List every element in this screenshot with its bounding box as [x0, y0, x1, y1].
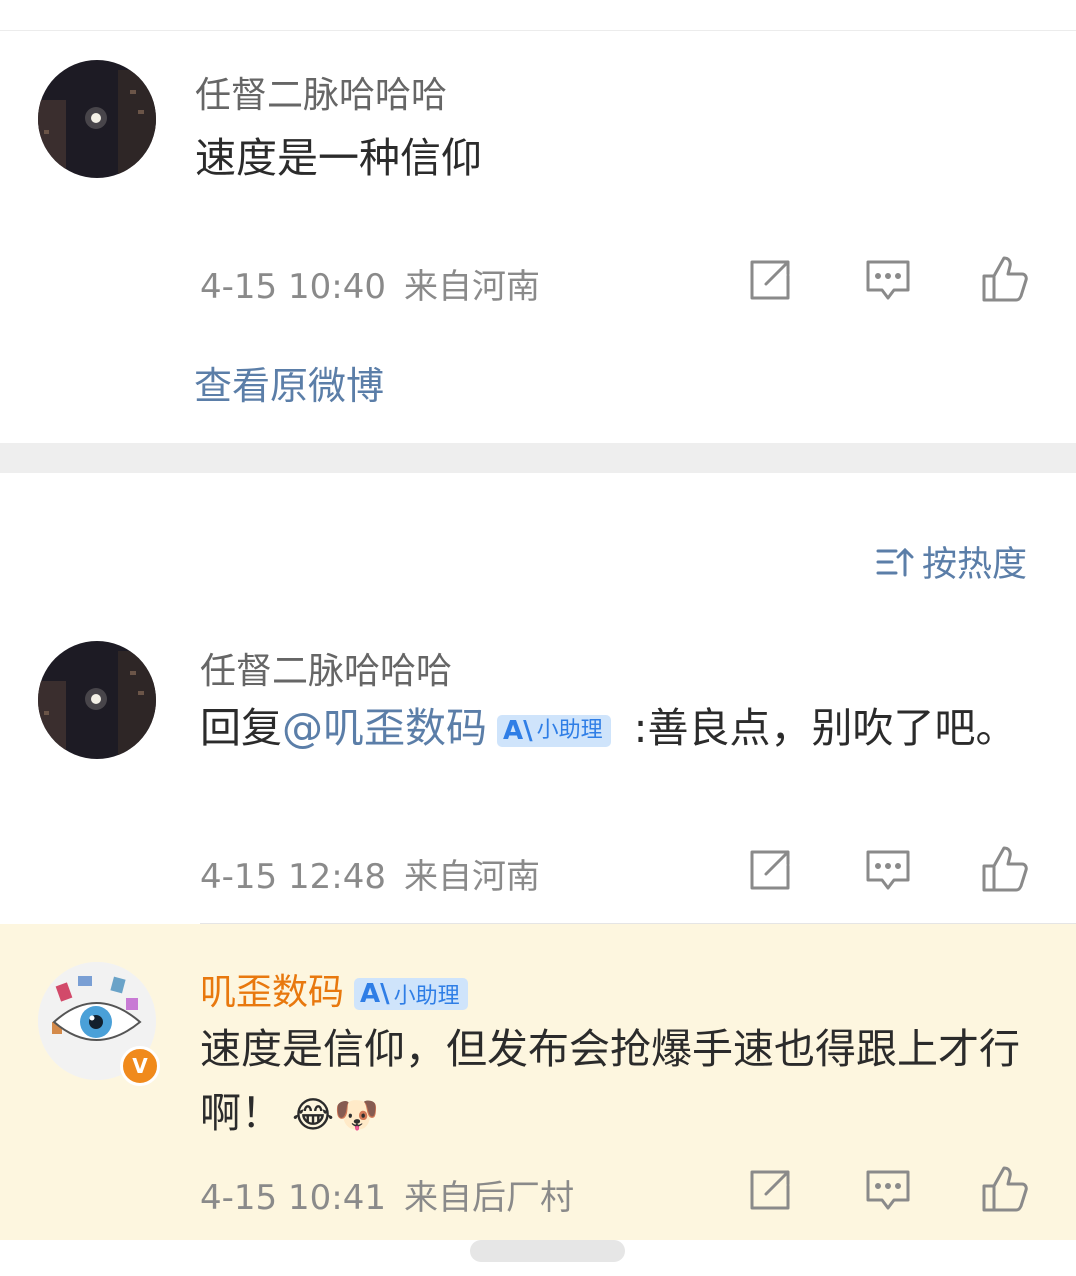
reply-meta: 4-15 12:48 来自河南: [200, 849, 540, 898]
reply-meta: 4-15 10:41 来自后厂村: [200, 1170, 574, 1219]
location: 来自河南: [403, 267, 540, 307]
mention-link[interactable]: @叽歪数码: [282, 704, 487, 752]
ai-icon: A\: [360, 979, 390, 1009]
like-icon[interactable]: [980, 254, 1028, 302]
like-icon[interactable]: [980, 844, 1028, 892]
top-divider: [0, 30, 1076, 31]
comment-icon[interactable]: [864, 846, 912, 894]
timestamp: 4-15 12:48: [200, 857, 386, 897]
comment-icon[interactable]: [864, 256, 912, 304]
like-icon[interactable]: [980, 1164, 1028, 1212]
avatar[interactable]: [38, 60, 156, 178]
avatar[interactable]: [38, 641, 156, 759]
badge-label: 小助理: [393, 984, 460, 1009]
location: 来自后厂村: [403, 1178, 574, 1218]
username[interactable]: 任督二脉哈哈哈: [200, 642, 452, 694]
sort-label: 按热度: [922, 545, 1028, 585]
comment-text: 速度是一种信仰: [195, 134, 482, 182]
badge-label: 小助理: [536, 718, 603, 743]
reply-text: 速度是信仰，但发布会抢爆手速也得跟上才行啊！ 😂🐶: [200, 1017, 1020, 1148]
reply-text: 回复@叽歪数码 A\ 小助理 :善良点，别吹了吧。: [200, 696, 1040, 760]
comment-meta: 4-15 10:40 来自河南: [200, 259, 540, 308]
watermark-bar: [470, 1240, 625, 1262]
view-original-link[interactable]: 查看原微博: [194, 355, 384, 410]
timestamp: 4-15 10:41: [200, 1178, 386, 1218]
section-divider: [0, 443, 1076, 473]
comment-icon[interactable]: [864, 1166, 912, 1214]
assistant-badge: A\ 小助理: [354, 978, 468, 1010]
sort-icon: [876, 547, 914, 576]
share-icon[interactable]: [746, 846, 794, 894]
verified-badge: V: [120, 1046, 160, 1086]
reply-prefix: 回复: [200, 704, 282, 752]
timestamp: 4-15 10:40: [200, 267, 386, 307]
sort-by-hot-button[interactable]: 按热度: [876, 536, 1027, 587]
share-icon[interactable]: [746, 1166, 794, 1214]
location: 来自河南: [403, 857, 540, 897]
reply-body: :善良点，别吹了吧。: [620, 704, 1017, 752]
username-text: 叽歪数码: [200, 972, 345, 1013]
username[interactable]: 叽歪数码 A\ 小助理: [200, 963, 478, 1015]
ai-icon: A\: [503, 716, 533, 746]
assistant-badge: A\ 小助理: [497, 715, 611, 747]
username[interactable]: 任督二脉哈哈哈: [195, 66, 447, 118]
share-icon[interactable]: [746, 256, 794, 304]
emoji: 😂🐶: [292, 1095, 379, 1136]
